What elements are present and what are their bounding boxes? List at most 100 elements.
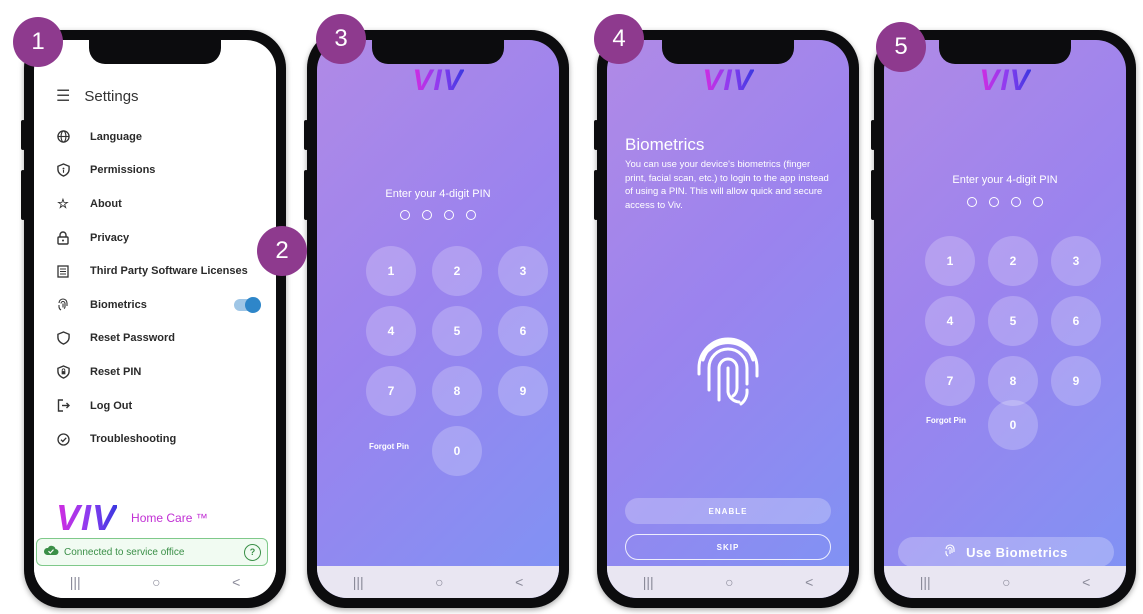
back-icon[interactable]: <	[232, 574, 240, 590]
keypad-key-0[interactable]: 0	[988, 400, 1038, 450]
pin-dot	[1033, 197, 1043, 207]
keypad-key-3[interactable]: 3	[1051, 236, 1101, 286]
brand-row: VIV Home Care ™	[56, 497, 208, 539]
keypad-key-7[interactable]: 7	[366, 366, 416, 416]
forgot-pin-link[interactable]: Forgot Pin	[369, 442, 409, 451]
viv-logo: VIV	[702, 64, 754, 97]
use-biometrics-label: Use Biometrics	[966, 544, 1068, 560]
menu-item-about[interactable]: ☆ About	[52, 187, 266, 221]
recent-apps-icon[interactable]: |||	[920, 574, 931, 590]
pin-dot	[989, 197, 999, 207]
menu-item-troubleshooting[interactable]: Troubleshooting	[52, 422, 266, 456]
side-button	[871, 170, 875, 220]
side-button	[304, 170, 308, 220]
keypad-key-9[interactable]: 9	[1051, 356, 1101, 406]
keypad-key-4[interactable]: 4	[925, 296, 975, 346]
step-badge-3: 3	[316, 14, 366, 64]
pin-dots	[884, 197, 1126, 207]
keypad-key-1[interactable]: 1	[925, 236, 975, 286]
android-navbar: ||| ○ <	[317, 566, 559, 598]
menu-item-language[interactable]: Language	[52, 120, 266, 154]
pin-screen: VIV Enter your 4-digit PIN 1 2 3 4 5 6 7…	[317, 40, 559, 598]
keypad-key-5[interactable]: 5	[432, 306, 482, 356]
recent-apps-icon[interactable]: |||	[70, 574, 81, 590]
menu-item-reset-pin[interactable]: Reset PIN	[52, 355, 266, 389]
home-icon[interactable]: ○	[725, 574, 733, 590]
pin-dot	[967, 197, 977, 207]
menu-item-label: Reset Password	[90, 332, 175, 345]
notch	[372, 40, 504, 64]
pin-dot	[1011, 197, 1021, 207]
phone-biometrics: VIV Biometrics You can use your device's…	[594, 30, 859, 608]
menu-item-label: Third Party Software Licenses	[90, 265, 248, 278]
back-icon[interactable]: <	[515, 574, 523, 590]
phone-pin-entry: VIV Enter your 4-digit PIN 1 2 3 4 5 6 7…	[304, 30, 569, 608]
keypad-key-4[interactable]: 4	[366, 306, 416, 356]
shield-outline-icon	[52, 331, 74, 346]
keypad-key-2[interactable]: 2	[432, 246, 482, 296]
step-badge-2: 2	[257, 226, 307, 276]
menu-item-label: Language	[90, 130, 142, 143]
menu-icon[interactable]: ☰	[56, 86, 70, 106]
keypad-key-0[interactable]: 0	[432, 426, 482, 476]
side-button	[594, 170, 598, 220]
help-icon[interactable]: ?	[244, 543, 261, 561]
connection-text: Connected to service office	[64, 546, 185, 558]
biometrics-toggle[interactable]	[234, 296, 261, 313]
back-icon[interactable]: <	[1082, 574, 1090, 590]
home-icon[interactable]: ○	[435, 574, 443, 590]
globe-icon	[52, 130, 74, 144]
settings-header: ☰ Settings	[56, 86, 139, 106]
phone-pin-biometrics: VIV Enter your 4-digit PIN 1 2 3 4 5 6 7…	[871, 30, 1136, 608]
menu-item-privacy[interactable]: Privacy	[52, 221, 266, 255]
notch	[939, 40, 1071, 64]
menu-item-logout[interactable]: Log Out	[52, 389, 266, 423]
home-icon[interactable]: ○	[152, 574, 160, 590]
recent-apps-icon[interactable]: |||	[353, 574, 364, 590]
menu-item-label: Privacy	[90, 231, 130, 244]
pin-dot	[466, 210, 476, 220]
toggle-knob	[245, 296, 261, 313]
forgot-pin-link[interactable]: Forgot Pin	[926, 416, 966, 425]
notch	[662, 40, 794, 64]
keypad-key-9[interactable]: 9	[498, 366, 548, 416]
pin-prompt: Enter your 4-digit PIN	[952, 174, 1058, 186]
connection-status: Connected to service office ?	[36, 538, 268, 566]
settings-menu: Language Permissions ☆ About Privacy Thi…	[52, 120, 266, 456]
shield-icon	[52, 163, 74, 178]
menu-item-label: About	[90, 197, 122, 210]
keypad-key-1[interactable]: 1	[366, 246, 416, 296]
pin-prompt: Enter your 4-digit PIN	[385, 188, 491, 200]
home-icon[interactable]: ○	[1002, 574, 1010, 590]
keypad-key-8[interactable]: 8	[432, 366, 482, 416]
use-biometrics-button[interactable]: Use Biometrics	[898, 537, 1114, 567]
keypad-key-8[interactable]: 8	[988, 356, 1038, 406]
menu-item-permissions[interactable]: Permissions	[52, 154, 266, 188]
keypad-key-5[interactable]: 5	[988, 296, 1038, 346]
viv-logo-header: VIV	[607, 64, 849, 98]
recent-apps-icon[interactable]: |||	[643, 574, 654, 590]
keypad-key-6[interactable]: 6	[1051, 296, 1101, 346]
notch	[89, 40, 221, 64]
fingerprint-icon	[693, 330, 763, 413]
logout-icon	[52, 399, 74, 412]
phone-settings: ☰ Settings Language Permissions ☆ About …	[21, 30, 286, 608]
step-badge-5: 5	[876, 22, 926, 72]
skip-button[interactable]: SKIP	[625, 534, 831, 560]
keypad-key-2[interactable]: 2	[988, 236, 1038, 286]
step-badge-1: 1	[13, 17, 63, 67]
menu-item-biometrics[interactable]: Biometrics	[52, 288, 266, 322]
menu-item-label: Troubleshooting	[90, 433, 177, 446]
menu-item-licenses[interactable]: Third Party Software Licenses	[52, 254, 266, 288]
lock-icon	[52, 230, 74, 245]
keypad-key-7[interactable]: 7	[925, 356, 975, 406]
keypad-key-3[interactable]: 3	[498, 246, 548, 296]
enable-button[interactable]: ENABLE	[625, 498, 831, 524]
keypad-key-6[interactable]: 6	[498, 306, 548, 356]
viv-logo-header: VIV	[317, 64, 559, 98]
menu-item-label: Biometrics	[90, 298, 147, 311]
viv-logo-header: VIV	[884, 64, 1126, 98]
back-icon[interactable]: <	[805, 574, 813, 590]
menu-item-reset-password[interactable]: Reset Password	[52, 322, 266, 356]
android-navbar: ||| ○ <	[884, 566, 1126, 598]
